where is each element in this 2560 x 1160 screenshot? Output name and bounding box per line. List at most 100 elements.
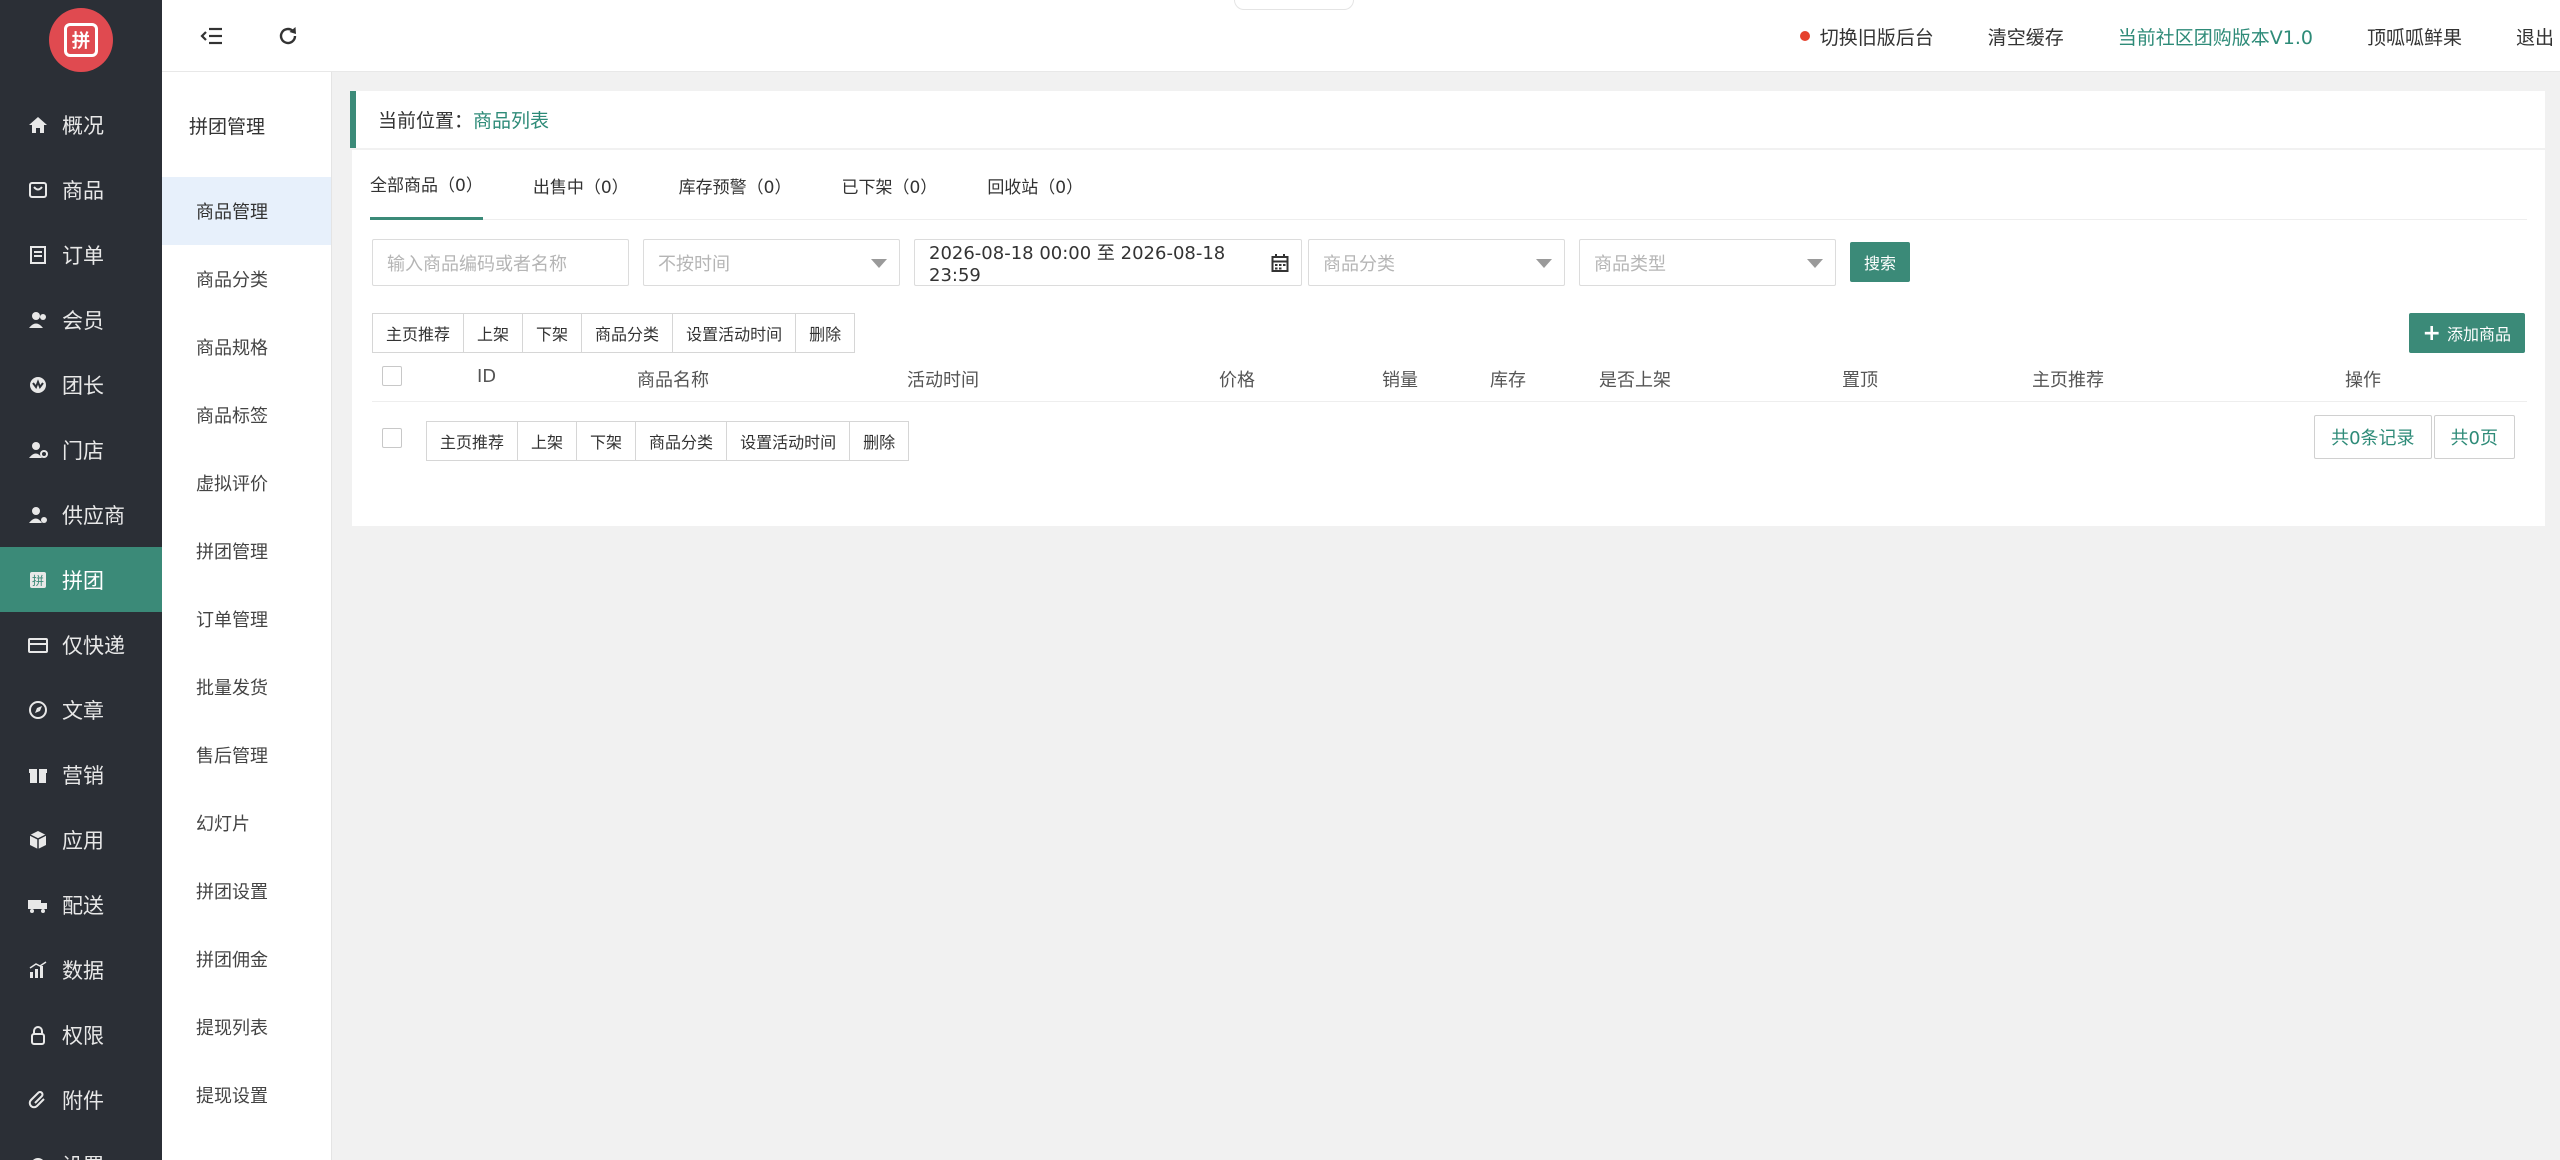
nav-item-15[interactable]: 附件 [0, 1067, 162, 1132]
time-filter-select[interactable]: 不按时间 [643, 239, 900, 286]
nav-item-4[interactable]: 团长 [0, 352, 162, 417]
nav-item-label: 团长 [62, 373, 104, 398]
bulk-action-button[interactable]: 删除 [850, 422, 908, 460]
tab-4[interactable]: 回收站（0） [987, 150, 1083, 220]
submenu-item-11[interactable]: 拼团佣金 [162, 925, 331, 993]
bulk-action-button[interactable]: 主页推荐 [373, 314, 465, 352]
bulk-action-button[interactable]: 下架 [577, 422, 637, 460]
search-button[interactable]: 搜索 [1850, 242, 1910, 282]
nav-item-0[interactable]: 概况 [0, 92, 162, 157]
settings-icon [26, 1153, 50, 1160]
supplier-icon [26, 503, 50, 527]
nav-item-11[interactable]: 应用 [0, 807, 162, 872]
nav-item-label: 权限 [62, 1023, 104, 1048]
bulk-action-button[interactable]: 设置活动时间 [673, 314, 797, 352]
chevron-down-icon [1536, 259, 1552, 268]
nav-item-2[interactable]: 订单 [0, 222, 162, 287]
submenu-item-4[interactable]: 虚拟评价 [162, 449, 331, 517]
clear-cache-link[interactable]: 清空缓存 [1988, 23, 2064, 50]
chevron-down-icon [871, 259, 887, 268]
submenu-item-1[interactable]: 商品分类 [162, 245, 331, 313]
select-all-checkbox-bottom[interactable] [382, 428, 402, 448]
keyword-search-input[interactable]: 输入商品编码或者名称 [372, 239, 629, 286]
breadcrumb-prefix: 当前位置： [378, 110, 474, 132]
status-tabs: 全部商品（0） 出售中（0） 库存预警（0） 已下架（0） 回收站（0） [370, 150, 2527, 220]
bulk-action-button[interactable]: 删除 [796, 314, 854, 352]
breadcrumb: 当前位置： 商品列表 [350, 91, 2545, 148]
submenu-item-8[interactable]: 售后管理 [162, 721, 331, 789]
total-records[interactable]: 共0条记录 [2314, 415, 2432, 459]
nav-item-label: 营销 [62, 763, 104, 788]
nav-item-5[interactable]: 门店 [0, 417, 162, 482]
article-icon [26, 698, 50, 722]
bulk-action-button[interactable]: 上架 [464, 314, 524, 352]
app-logo[interactable]: 拼 [49, 8, 113, 72]
gift-icon [26, 763, 50, 787]
submenu: 拼团管理 商品管理 商品分类 商品规格 商品标签 虚拟评价 拼团管理 订单管理 批量发货 售后管… [162, 0, 332, 1160]
version-link[interactable]: 当前社区团购版本V1.0 [2118, 23, 2313, 50]
date-range-value: 2026-08-18 00:00 至 2026-08-18 23:59 [929, 243, 1226, 286]
bulk-action-button[interactable]: 商品分类 [582, 314, 674, 352]
plus-icon: + [2422, 320, 2441, 346]
submenu-item-10[interactable]: 拼团设置 [162, 857, 331, 925]
nav-item-16[interactable]: 设置 [0, 1132, 162, 1160]
nav-item-label: 仅快递 [62, 633, 125, 658]
collapse-menu-icon[interactable] [198, 22, 226, 50]
submenu-item-0[interactable]: 商品管理 [162, 177, 331, 245]
category-select[interactable]: 商品分类 [1308, 239, 1565, 286]
total-pages[interactable]: 共0页 [2433, 415, 2515, 459]
chevron-down-icon [1807, 259, 1823, 268]
add-goods-button[interactable]: + 添加商品 [2408, 313, 2525, 353]
bulk-action-button[interactable]: 下架 [523, 314, 583, 352]
logout-link[interactable]: 退出 [2516, 23, 2560, 50]
tab-3[interactable]: 已下架（0） [841, 150, 937, 220]
submenu-item-5[interactable]: 拼团管理 [162, 517, 331, 585]
col-pin-top: 置顶 [1842, 370, 1878, 391]
add-goods-label: 添加商品 [2446, 325, 2511, 344]
col-actions: 操作 [2345, 370, 2381, 391]
nav-item-8[interactable]: 仅快递 [0, 612, 162, 677]
nav-item-10[interactable]: 营销 [0, 742, 162, 807]
nav-item-3[interactable]: 会员 [0, 287, 162, 352]
bulk-action-button[interactable]: 上架 [518, 422, 578, 460]
switch-old-admin-link[interactable]: 切换旧版后台 [1799, 23, 1934, 50]
bulk-action-button[interactable]: 设置活动时间 [727, 422, 851, 460]
breadcrumb-current[interactable]: 商品列表 [473, 106, 549, 133]
submenu-item-6[interactable]: 订单管理 [162, 585, 331, 653]
bulk-action-button[interactable]: 商品分类 [636, 422, 728, 460]
submenu-item-3[interactable]: 商品标签 [162, 381, 331, 449]
submenu-item-7[interactable]: 批量发货 [162, 653, 331, 721]
nav-item-label: 商品 [62, 178, 104, 203]
nav-item-label: 会员 [62, 308, 104, 333]
time-filter-value: 不按时间 [658, 253, 730, 275]
tab-1[interactable]: 出售中（0） [533, 150, 629, 220]
date-range-input[interactable]: 2026-08-18 00:00 至 2026-08-18 23:59 [914, 239, 1302, 286]
nav-item-12[interactable]: 配送 [0, 872, 162, 937]
nav-item-6[interactable]: 供应商 [0, 482, 162, 547]
submenu-item-12[interactable]: 提现列表 [162, 993, 331, 1061]
bulk-action-button[interactable]: 主页推荐 [427, 422, 519, 460]
tab-0[interactable]: 全部商品（0） [370, 150, 483, 220]
user-name[interactable]: 顶呱呱鲜果 [2367, 23, 2462, 50]
submenu-item-13[interactable]: 提现设置 [162, 1061, 331, 1129]
type-select[interactable]: 商品类型 [1579, 239, 1836, 286]
submenu-item-9[interactable]: 幻灯片 [162, 789, 331, 857]
nav-item-9[interactable]: 文章 [0, 677, 162, 742]
svg-text:拼: 拼 [32, 574, 44, 588]
select-all-checkbox[interactable] [382, 366, 402, 386]
refresh-icon[interactable] [274, 22, 302, 50]
nav-item-label: 门店 [62, 438, 104, 463]
tab-2[interactable]: 库存预警（0） [679, 150, 792, 220]
data-icon [26, 958, 50, 982]
member-icon [26, 308, 50, 332]
nav-item-7[interactable]: 拼 拼团 [0, 547, 162, 612]
nav-item-1[interactable]: 商品 [0, 157, 162, 222]
nav-item-label: 文章 [62, 698, 104, 723]
submenu-item-2[interactable]: 商品规格 [162, 313, 331, 381]
nav-item-14[interactable]: 权限 [0, 1002, 162, 1067]
home-icon [26, 113, 50, 137]
col-price: 价格 [1219, 370, 1255, 391]
submenu-list: 商品管理 商品分类 商品规格 商品标签 虚拟评价 拼团管理 订单管理 批量发货 售后管理 幻灯片拼… [162, 177, 331, 1129]
nav-item-label: 供应商 [62, 503, 125, 528]
nav-item-13[interactable]: 数据 [0, 937, 162, 1002]
